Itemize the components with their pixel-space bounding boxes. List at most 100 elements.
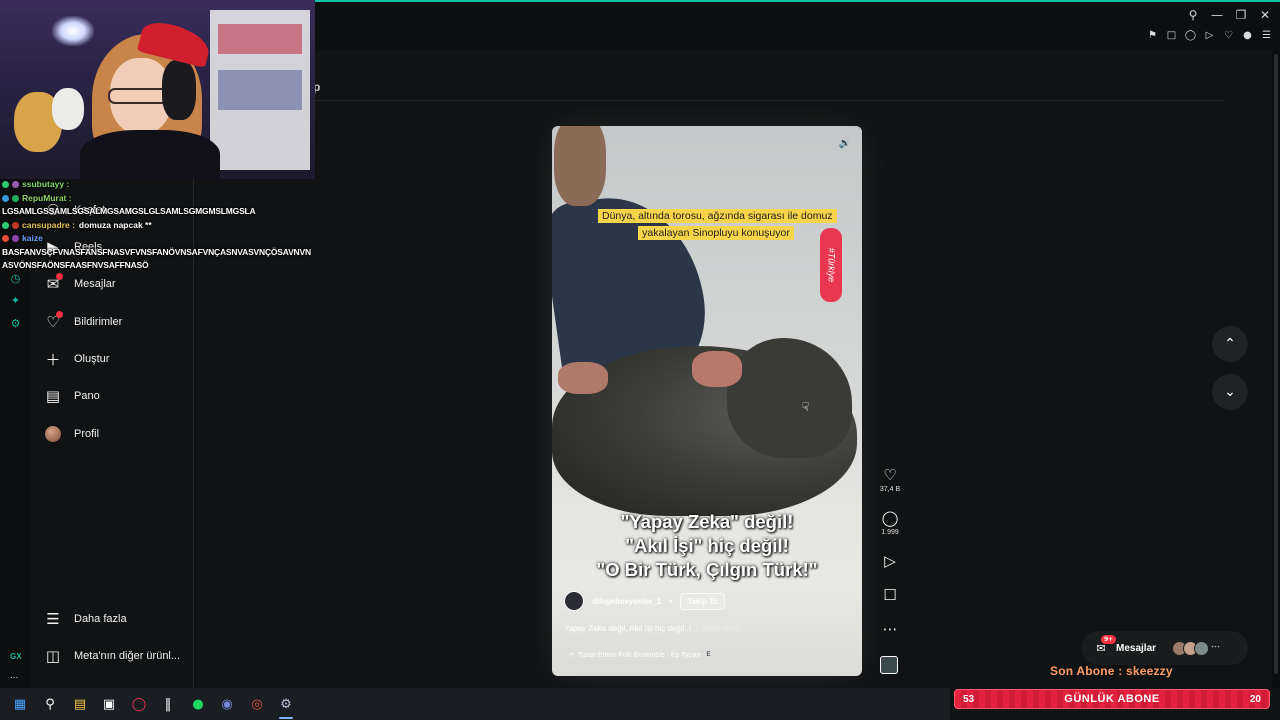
reel-meta: dilegelmeyenler_1 • Takip Et Yapay Zeka … — [552, 581, 862, 676]
video-top-caption-text: Dünya, altında torosu, ağzında sigarası … — [598, 209, 837, 240]
turkiye-tag: #Türkiye — [820, 228, 842, 302]
search-icon[interactable]: ⚲ — [1186, 8, 1200, 22]
headset — [162, 60, 196, 120]
minimize-icon[interactable]: — — [1210, 8, 1224, 22]
more-icon[interactable]: ⋯ — [881, 620, 899, 638]
daily-subscriber-bar: 53 GÜNLÜK ABONE 20 — [954, 689, 1270, 709]
restore-icon[interactable]: ❐ — [1234, 8, 1248, 22]
send-icon[interactable]: ▷ — [881, 552, 899, 570]
overlay-line: "Yapay Zeka" değil! — [620, 511, 794, 532]
overlay-line: "Akıl İşi" hiç değil! — [625, 535, 789, 556]
search-icon[interactable]: ⚲ — [42, 696, 58, 712]
next-reel-button[interactable]: ⌄ — [1212, 374, 1248, 410]
sidebar-item-label: Oluştur — [74, 353, 110, 365]
gx-label[interactable]: GX — [10, 652, 22, 661]
message-avatars: ⋯ — [1172, 640, 1220, 656]
chrome-icon[interactable]: ◎ — [249, 696, 265, 712]
reel-video[interactable]: 🔊 Dünya, altında torosu, ağzında sigaras… — [552, 126, 862, 676]
play-icon[interactable]: ▷ — [1204, 30, 1215, 41]
discord-icon[interactable]: ◉ — [219, 696, 235, 712]
reel-music[interactable]: ↗ Turan Ethno-Folk Ensemble · Ep Typan E — [568, 651, 713, 659]
author-username[interactable]: dilegelmeyenler_1 — [592, 597, 661, 606]
author-avatar[interactable] — [564, 591, 584, 611]
save-action[interactable]: ☐ — [872, 586, 908, 604]
history-icon[interactable]: ◷ — [9, 272, 22, 285]
share-action[interactable]: ▷ — [872, 552, 908, 570]
scrollbar-thumb[interactable] — [1274, 54, 1278, 674]
audio-app-icon[interactable]: ‖ — [160, 696, 176, 712]
explicit-badge: E — [704, 652, 713, 658]
streamer-body — [80, 130, 220, 179]
pin-icon[interactable]: ⚑ — [1147, 30, 1158, 41]
heart-icon[interactable]: ♡ — [1223, 30, 1234, 41]
like-action[interactable]: ♡ 37,4 B — [872, 466, 908, 493]
windows-taskbar: ▦ ⚲ ▤ ▣ ◯ ‖ ● ◉ ◎ ⚙ — [0, 688, 950, 720]
sidebar-item-more[interactable]: ☰ Daha fazla — [44, 609, 126, 629]
more-link[interactable]: ... daha fazla — [693, 624, 739, 633]
meta-products-icon: ◫ — [45, 647, 61, 665]
tab-icon[interactable]: □ — [1166, 30, 1177, 41]
windows-start-icon[interactable]: ▦ — [12, 696, 28, 712]
chat-badge — [2, 181, 9, 189]
chevron-down-icon: ⌄ — [1224, 384, 1236, 400]
description-text: Yapay Zeka değil, Akıl İşi hiç değil..! — [564, 624, 692, 633]
messenger-icon: ✉ — [44, 273, 63, 293]
comment-icon[interactable]: ◯ — [881, 509, 899, 527]
follow-button[interactable]: Takip Et — [680, 592, 725, 610]
chat-message-text: BASFANVSÇFVNASFANSFNASVFVNSFANÖVNSAFVNÇA… — [2, 246, 311, 257]
previous-reel-button[interactable]: ⌃ — [1212, 326, 1248, 362]
sidebar-item-messages[interactable]: ✉ Mesajlar — [44, 273, 116, 294]
menu-icon[interactable]: ☰ — [1261, 30, 1272, 41]
chevron-up-icon: ⌃ — [1224, 336, 1236, 352]
comment-count: 1.999 — [881, 529, 899, 536]
chat-username: RepuMurat : — [22, 192, 72, 203]
chat-badge — [2, 235, 9, 243]
spotify-icon[interactable]: ● — [190, 696, 206, 712]
messages-pill[interactable]: ✉ 9+ Mesajlar ⋯ — [1082, 631, 1248, 665]
sidebar-item-notifications[interactable]: ♡ Bildirimler — [44, 311, 123, 332]
daily-sub-current: 53 — [963, 693, 975, 705]
sidebar-item-label: Pano — [74, 390, 100, 402]
chat-badge — [12, 235, 19, 243]
notification-dot — [56, 311, 63, 318]
file-explorer-icon[interactable]: ▤ — [72, 696, 88, 712]
sidebar-item-meta[interactable]: ◫ Meta'nın diğer ürünl... — [44, 646, 180, 666]
sidebar-item-label: Meta'nın diğer ürünl... — [74, 650, 181, 662]
shield-icon[interactable]: ◯ — [1185, 30, 1196, 41]
sidebar-item-profile[interactable]: Profil — [44, 424, 99, 444]
chat-message-text: ASVÖNSFAÖNSFAASFNVSAFFNASÖ — [2, 260, 149, 270]
chat-username: ssubutayy : — [22, 179, 70, 189]
music-label: Turan Ethno-Folk Ensemble · Ep Typan — [577, 651, 701, 659]
more-action[interactable]: ⋯ — [872, 620, 908, 638]
settings-icon[interactable]: ⚙ — [9, 317, 22, 330]
heart-icon: ♡ — [44, 311, 63, 331]
heart-icon[interactable]: ♡ — [881, 466, 899, 484]
trend-arrow-icon: ↗ — [568, 652, 574, 659]
sidebar-item-label: Bildirimler — [74, 316, 123, 328]
bookmark-icon[interactable]: ☐ — [881, 586, 899, 604]
comment-action[interactable]: ◯ 1.999 — [872, 509, 908, 536]
chat-message: RepuMurat : — [2, 192, 342, 206]
chat-message: ssubutayy : — [2, 178, 342, 192]
account-icon[interactable]: ● — [1242, 30, 1253, 41]
rail-more-icon[interactable]: ... — [10, 670, 18, 681]
extensions-icon[interactable]: ✦ — [9, 294, 22, 307]
app-icon[interactable]: ▣ — [101, 696, 117, 712]
chat-message-text: LGSAMLGSSAMLSGSALMGSAMGSLGLSAMLSGMGMSLMG… — [2, 206, 256, 216]
close-icon[interactable]: ✕ — [1258, 8, 1272, 22]
chat-message-text: domuza napcak ** — [78, 219, 152, 230]
opera-gx-icon[interactable]: ◯ — [131, 696, 147, 712]
audio-thumbnail[interactable] — [880, 656, 898, 674]
volume-icon[interactable]: 🔊 — [838, 136, 852, 150]
sidebar-item-label: Profil — [74, 428, 100, 440]
browser-toolbar: ⚑ □ ◯ ▷ ♡ ● ☰ — [1147, 30, 1272, 41]
video-top-caption: Dünya, altında torosu, ağzında sigarası … — [598, 208, 837, 242]
sidebar-item-dashboard[interactable]: ▤ Pano — [44, 386, 100, 406]
profile-avatar — [44, 425, 62, 443]
settings-icon[interactable]: ⚙ — [278, 696, 294, 712]
sidebar-item-create[interactable]: ＋ Oluştur — [44, 349, 109, 369]
chat-message: kaize — [2, 232, 342, 246]
sidebar-item-label: Mesajlar — [74, 278, 116, 290]
messages-badge: 9+ — [1101, 635, 1117, 644]
page-scrollbar[interactable] — [1272, 50, 1280, 688]
